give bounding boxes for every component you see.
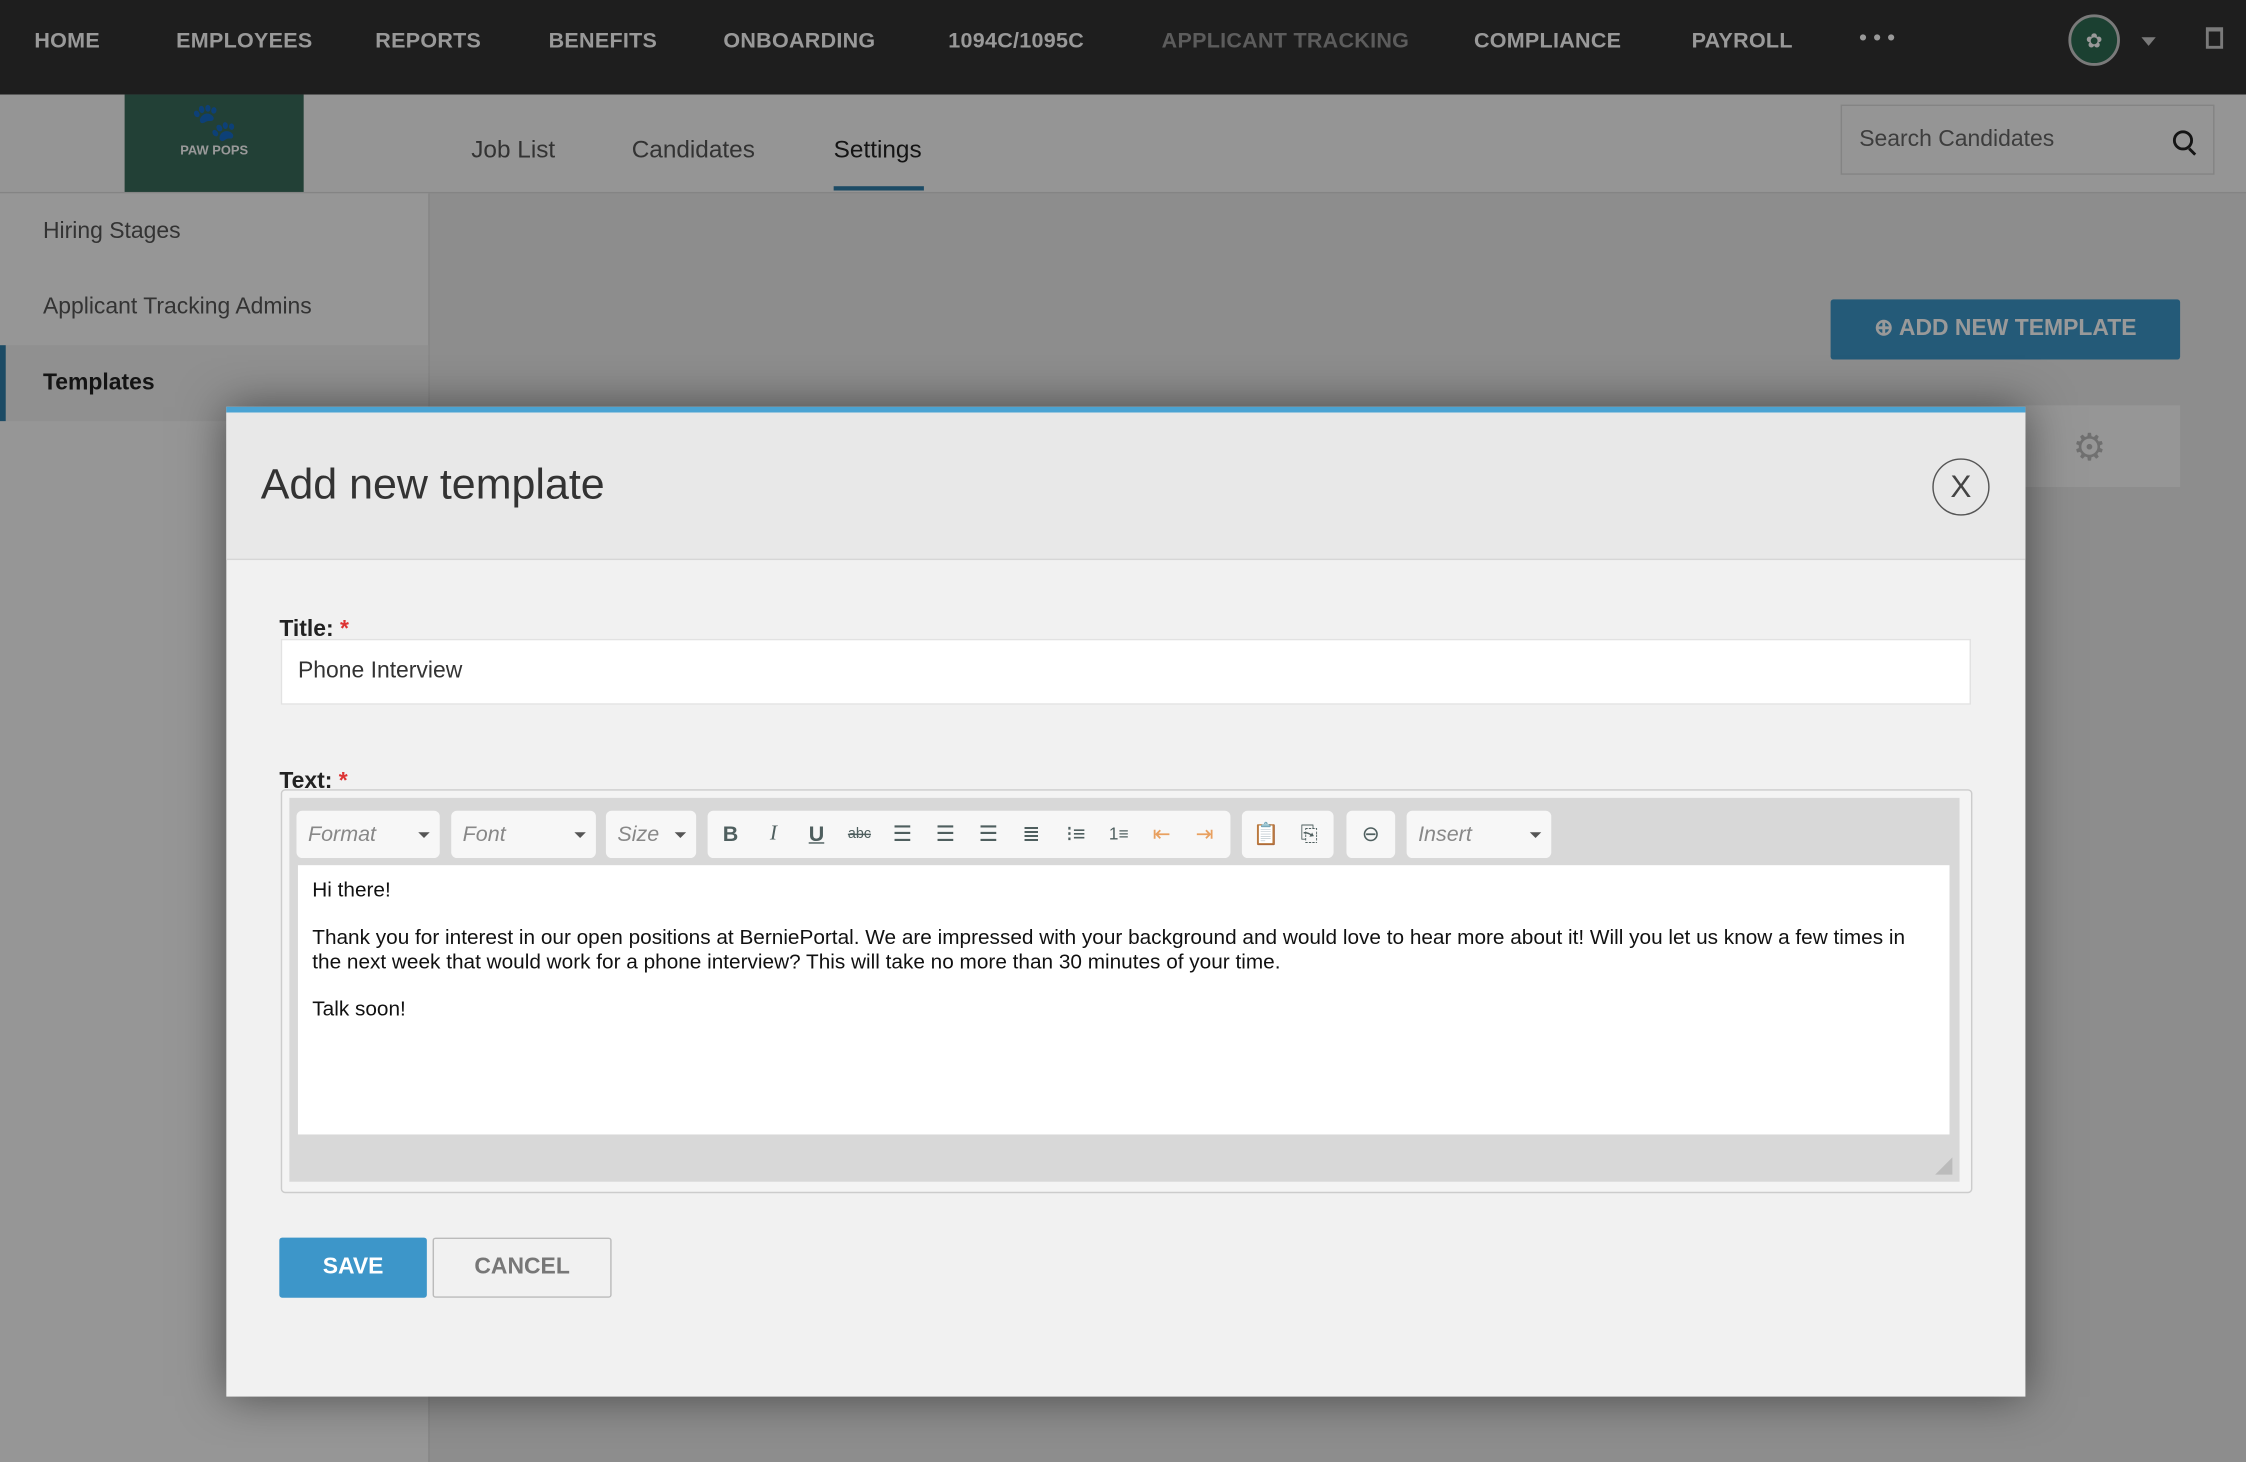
rich-text-editor: Format Font Size B I U abc ☰ ☰ ☰ ≣ ⁝≡ 1≡… xyxy=(280,789,1973,1194)
align-left-icon[interactable]: ☰ xyxy=(881,811,924,858)
editor-content[interactable]: Hi there! Thank you for interest in our … xyxy=(297,865,1950,1135)
underline-icon[interactable]: U xyxy=(795,811,838,858)
format-select[interactable]: Format xyxy=(296,810,440,859)
chevron-down-icon xyxy=(574,832,586,838)
strikethrough-icon[interactable]: abc xyxy=(838,811,881,858)
size-label: Size xyxy=(617,822,660,847)
editor-frame: Format Font Size B I U abc ☰ ☰ ☰ ≣ ⁝≡ 1≡… xyxy=(289,797,1960,1182)
chevron-down-icon xyxy=(418,832,430,838)
align-center-icon[interactable]: ☰ xyxy=(924,811,967,858)
link-icon[interactable]: ⊖ xyxy=(1349,811,1392,858)
body-paragraph: Talk soon! xyxy=(312,998,406,1022)
bold-icon[interactable]: B xyxy=(709,811,752,858)
numbered-list-icon[interactable]: 1≡ xyxy=(1097,811,1140,858)
format-label: Format xyxy=(307,822,377,847)
align-right-icon[interactable]: ☰ xyxy=(967,811,1010,858)
paste-toolbar: 📋 ⎘ xyxy=(1241,810,1334,859)
justify-icon[interactable]: ≣ xyxy=(1010,811,1053,858)
size-select[interactable]: Size xyxy=(605,810,697,859)
body-paragraph: Thank you for interest in our open posit… xyxy=(312,926,1906,975)
paste-from-word-icon[interactable]: 📋 xyxy=(1245,811,1288,858)
font-select[interactable]: Font xyxy=(451,810,596,859)
link-toolbar: ⊖ xyxy=(1346,810,1396,859)
insert-label: Insert xyxy=(1418,822,1472,847)
modal-header: Add new template X xyxy=(226,412,2026,561)
formatting-toolbar: B I U abc ☰ ☰ ☰ ≣ ⁝≡ 1≡ ⇤ ⇥ xyxy=(707,810,1231,859)
cancel-button[interactable]: CANCEL xyxy=(432,1237,612,1298)
close-button[interactable]: X xyxy=(1932,458,1990,516)
indent-icon[interactable]: ⇥ xyxy=(1183,811,1226,858)
font-label: Font xyxy=(462,822,506,847)
chevron-down-icon xyxy=(1529,832,1542,838)
add-template-modal: Add new template X Title: * Text: * Form… xyxy=(226,406,2026,1397)
bulleted-list-icon[interactable]: ⁝≡ xyxy=(1054,811,1097,858)
modal-title: Add new template xyxy=(260,461,605,509)
resize-handle[interactable] xyxy=(1935,1157,1953,1175)
outdent-icon[interactable]: ⇤ xyxy=(1140,811,1183,858)
italic-icon[interactable]: I xyxy=(752,811,795,858)
title-input[interactable] xyxy=(280,638,1971,705)
page-break-icon[interactable]: ⎘ xyxy=(1288,811,1331,858)
chevron-down-icon xyxy=(674,832,687,838)
insert-select[interactable]: Insert xyxy=(1406,810,1552,859)
body-paragraph: Hi there! xyxy=(312,879,391,903)
save-button[interactable]: SAVE xyxy=(279,1237,427,1298)
